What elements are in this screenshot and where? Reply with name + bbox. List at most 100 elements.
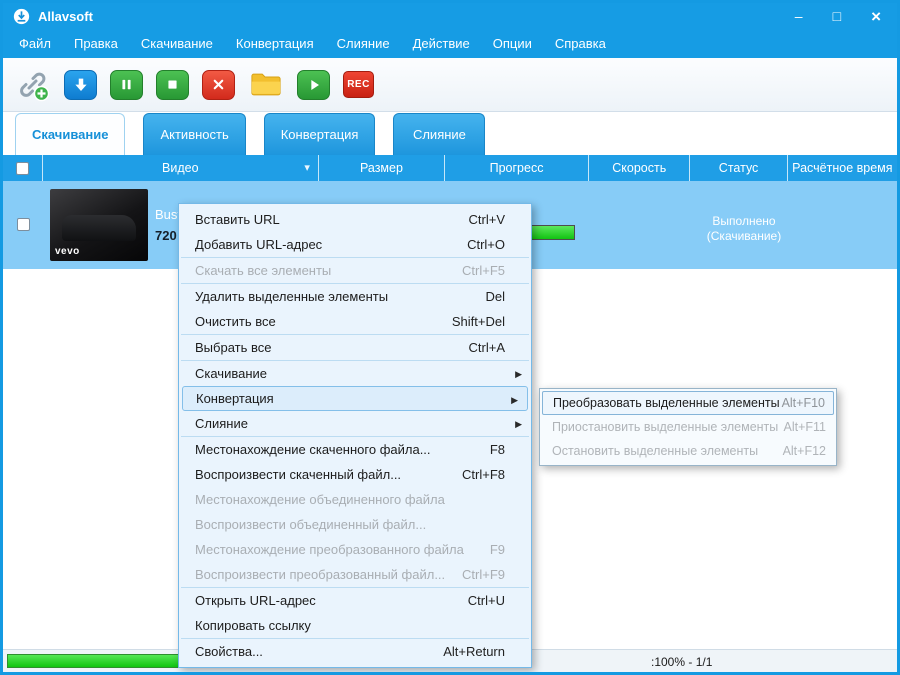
submenu-arrow-icon: ▶	[511, 395, 518, 405]
delete-button[interactable]	[202, 69, 235, 100]
menu-action[interactable]: Действие	[413, 36, 470, 51]
menu-item-shortcut: Ctrl+V	[468, 212, 505, 227]
menu-item-delete-selected[interactable]: Удалить выделенные элементы Del	[179, 284, 531, 309]
tab-bar: Скачивание Активность Конвертация Слияни…	[3, 113, 897, 155]
menu-item-label: Местонахождение скаченного файла...	[195, 442, 431, 457]
stop-icon	[168, 80, 177, 89]
vevo-logo: vevo	[55, 246, 80, 257]
menu-item-label: Местонахождение преобразованного файла	[195, 542, 464, 557]
folder-icon	[251, 73, 281, 96]
menu-item-properties[interactable]: Свойства... Alt+Return	[179, 639, 531, 664]
menu-item-shortcut: Ctrl+U	[467, 593, 505, 608]
select-all-checkbox[interactable]	[15, 161, 29, 175]
menu-item-play-downloaded-file[interactable]: Воспроизвести скаченный файл... Ctrl+F8	[179, 462, 531, 487]
menu-item-shortcut: Alt+F11	[783, 420, 827, 434]
menu-item-label: Открыть URL-адрес	[195, 593, 316, 608]
titlebar: Allavsoft – □ ×	[3, 3, 897, 29]
delete-x-icon	[213, 79, 224, 90]
minimize-button[interactable]: –	[795, 9, 803, 23]
menu-item-label: Свойства...	[195, 644, 263, 659]
menu-item-label: Выбрать все	[195, 340, 272, 355]
link-plus-icon	[20, 72, 50, 101]
column-video: Видео ▾	[43, 155, 319, 181]
app-window: Allavsoft – □ × Файл Правка Скачивание К…	[0, 0, 900, 675]
menu-item-copy-link[interactable]: Копировать ссылку	[179, 613, 531, 638]
menu-options[interactable]: Опции	[493, 36, 532, 51]
menu-item-shortcut: Alt+F10	[781, 396, 825, 410]
maximize-button[interactable]: □	[833, 9, 841, 23]
pause-icon	[122, 79, 131, 90]
menu-item-shortcut: Ctrl+F9	[462, 567, 505, 582]
column-eta: Расчётное время	[792, 161, 893, 175]
column-size: Размер	[319, 155, 446, 181]
menu-item-label: Преобразовать выделенные элементы	[553, 396, 780, 410]
menu-item-label: Конвертация	[196, 391, 274, 406]
menu-item-shortcut: Ctrl+A	[468, 340, 505, 355]
menu-edit[interactable]: Правка	[74, 36, 118, 51]
video-sort-dropdown-icon[interactable]: ▾	[304, 161, 310, 174]
menu-item-clear-all[interactable]: Очистить все Shift+Del	[179, 309, 531, 334]
submenu-item-convert-selected[interactable]: Преобразовать выделенные элементы Alt+F1…	[542, 391, 834, 415]
menu-item-shortcut: Alt+F12	[782, 444, 826, 458]
menu-item-label: Местонахождение объединенного файла	[195, 492, 445, 507]
stop-button[interactable]	[156, 69, 189, 100]
total-progress-text: :100% - 1/1	[651, 655, 713, 669]
download-button[interactable]	[64, 69, 97, 100]
video-thumbnail: vevo	[50, 189, 148, 261]
menu-item-label: Вставить URL	[195, 212, 280, 227]
row-checkbox[interactable]	[17, 218, 30, 231]
select-all-cell	[3, 155, 43, 181]
open-folder-button[interactable]	[248, 69, 284, 101]
menu-item-label: Очистить все	[195, 314, 276, 329]
menu-item-label: Воспроизвести преобразованный файл...	[195, 567, 446, 582]
close-button[interactable]: ×	[871, 8, 881, 25]
thumbnail-car-shape	[62, 215, 136, 241]
menu-item-label: Приостановить выделенные элементы	[552, 420, 779, 434]
menu-item-play-merged-file: Воспроизвести объединенный файл...	[179, 512, 531, 537]
play-button[interactable]	[297, 69, 330, 100]
menu-item-convert-submenu[interactable]: Конвертация ▶	[182, 386, 528, 411]
column-video-label: Видео	[162, 161, 199, 175]
tab-convert[interactable]: Конвертация	[263, 113, 376, 155]
menu-item-select-all[interactable]: Выбрать все Ctrl+A	[179, 335, 531, 360]
menu-merge[interactable]: Слияние	[337, 36, 390, 51]
record-button[interactable]: REC	[343, 71, 374, 98]
menu-item-converted-file-location: Местонахождение преобразованного файла F…	[179, 537, 531, 562]
row-status-line1: Выполнено	[712, 214, 776, 228]
menu-item-download-submenu[interactable]: Скачивание ▶	[179, 361, 531, 386]
menu-item-paste-url[interactable]: Вставить URL Ctrl+V	[179, 207, 531, 232]
menu-item-label: Добавить URL-адрес	[195, 237, 323, 252]
column-progress: Прогресс	[445, 155, 590, 181]
menu-item-label: Удалить выделенные элементы	[195, 289, 389, 304]
menu-item-shortcut: Ctrl+F8	[462, 467, 505, 482]
add-url-button[interactable]	[15, 69, 51, 101]
menu-item-shortcut: Ctrl+O	[467, 237, 505, 252]
pause-button[interactable]	[110, 69, 143, 100]
window-controls: – □ ×	[795, 8, 887, 25]
menu-item-label: Копировать ссылку	[195, 618, 311, 633]
menu-item-add-url[interactable]: Добавить URL-адрес Ctrl+O	[179, 232, 531, 257]
menu-convert[interactable]: Конвертация	[236, 36, 314, 51]
tab-activity[interactable]: Активность	[143, 113, 246, 155]
tab-merge[interactable]: Слияние	[393, 113, 486, 155]
menu-item-downloaded-file-location[interactable]: Местонахождение скаченного файла... F8	[179, 437, 531, 462]
menu-help[interactable]: Справка	[555, 36, 606, 51]
menu-item-shortcut: Shift+Del	[451, 314, 505, 329]
context-menu: Вставить URL Ctrl+V Добавить URL-адрес C…	[178, 203, 532, 668]
submenu-item-pause-selected: Приостановить выделенные элементы Alt+F1…	[542, 415, 834, 439]
convert-submenu: Преобразовать выделенные элементы Alt+F1…	[539, 388, 837, 466]
window-title: Allavsoft	[38, 8, 93, 24]
toolbar: REC	[3, 58, 897, 112]
menu-file[interactable]: Файл	[19, 36, 51, 51]
menu-item-label: Слияние	[195, 416, 248, 431]
menu-download[interactable]: Скачивание	[141, 36, 213, 51]
menu-item-label: Остановить выделенные элементы	[552, 444, 759, 458]
tab-download[interactable]: Скачивание	[15, 113, 126, 155]
menu-item-play-converted-file: Воспроизвести преобразованный файл... Ct…	[179, 562, 531, 587]
menubar: Файл Правка Скачивание Конвертация Слиян…	[3, 29, 897, 58]
menu-item-label: Скачать все элементы	[195, 263, 332, 278]
menu-item-merge-submenu[interactable]: Слияние ▶	[179, 411, 531, 436]
menu-item-label: Воспроизвести скаченный файл...	[195, 467, 402, 482]
menu-item-open-url[interactable]: Открыть URL-адрес Ctrl+U	[179, 588, 531, 613]
submenu-item-stop-selected: Остановить выделенные элементы Alt+F12	[542, 439, 834, 463]
